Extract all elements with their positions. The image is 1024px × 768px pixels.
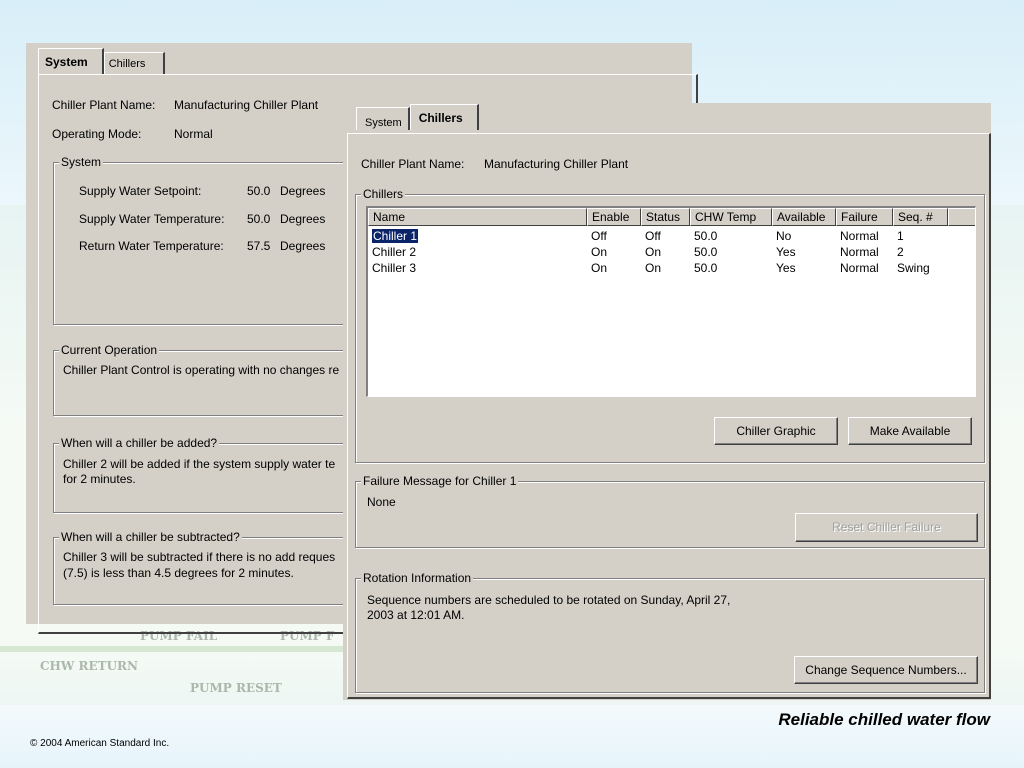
supply-temp-unit: Degrees xyxy=(280,212,326,226)
column-header-seq[interactable]: Seq. # xyxy=(893,208,948,226)
tab-strip: System Chillers xyxy=(356,104,479,130)
operating-mode-value: Normal xyxy=(174,127,213,141)
chiller-chw-temp: 50.0 xyxy=(694,229,718,243)
current-operation-group: Current Operation Chiller Plant Control … xyxy=(53,343,353,416)
plant-name-value: Manufacturing Chiller Plant xyxy=(174,98,319,112)
column-header-enable[interactable]: Enable xyxy=(587,208,641,226)
chiller-seq: Swing xyxy=(897,261,930,275)
plant-name-label: Chiller Plant Name: xyxy=(361,157,465,171)
tab-system[interactable]: System xyxy=(356,107,410,130)
chillers-list-header: Name Enable Status CHW Temp Available Fa… xyxy=(368,208,975,226)
chiller-failure: Normal xyxy=(840,261,879,275)
background-label-pump-reset: PUMP RESET xyxy=(190,681,282,695)
change-sequence-numbers-button[interactable]: Change Sequence Numbers... xyxy=(794,656,978,684)
column-header-name[interactable]: Name xyxy=(368,208,587,226)
chiller-name: Chiller 1 xyxy=(370,228,420,244)
chillers-tab-window: System Chillers Chiller Plant Name: Manu… xyxy=(343,103,991,700)
chillers-group-title: Chillers xyxy=(361,187,406,201)
table-row[interactable]: Chiller 1 Off Off 50.0 No Normal 1 xyxy=(368,228,948,244)
chiller-enable: Off xyxy=(591,229,607,243)
chiller-status: On xyxy=(645,261,662,275)
chiller-subtracted-line2: (7.5) is less than 4.5 degrees for 2 min… xyxy=(63,566,294,580)
make-available-button[interactable]: Make Available xyxy=(848,417,972,445)
chiller-name: Chiller 2 xyxy=(372,245,417,259)
chiller-chw-temp: 50.0 xyxy=(694,261,718,275)
supply-setpoint-label: Supply Water Setpoint: xyxy=(79,184,202,198)
failure-message-group: Failure Message for Chiller 1 None Reset… xyxy=(355,474,985,548)
supply-setpoint-value: 50.0 xyxy=(247,184,271,198)
chiller-subtracted-line1: Chiller 3 will be subtracted if there is… xyxy=(63,550,336,564)
chiller-available: No xyxy=(776,229,792,243)
return-temp-label: Return Water Temperature: xyxy=(79,239,224,253)
reset-chiller-failure-button[interactable]: Reset Chiller Failure xyxy=(795,513,978,542)
chiller-seq: 2 xyxy=(897,245,904,259)
chiller-failure: Normal xyxy=(840,245,879,259)
column-header-chw-temp[interactable]: CHW Temp xyxy=(690,208,772,226)
rotation-information-line1: Sequence numbers are scheduled to be rot… xyxy=(367,593,731,607)
chiller-status: On xyxy=(645,245,662,259)
supply-setpoint-unit: Degrees xyxy=(280,184,326,198)
chiller-graphic-button[interactable]: Chiller Graphic xyxy=(714,417,838,445)
rotation-information-line2: 2003 at 12:01 AM. xyxy=(367,608,465,622)
column-header-available[interactable]: Available xyxy=(772,208,836,226)
rotation-information-group: Rotation Information Sequence numbers ar… xyxy=(355,571,985,693)
chiller-failure: Normal xyxy=(840,229,879,243)
chiller-status: Off xyxy=(645,229,661,243)
chiller-added-line2: for 2 minutes. xyxy=(63,472,136,486)
slide-caption: Reliable chilled water flow xyxy=(778,710,990,729)
chiller-added-line1: Chiller 2 will be added if the system su… xyxy=(63,457,336,471)
chiller-subtracted-title: When will a chiller be subtracted? xyxy=(59,530,242,544)
failure-message-text: None xyxy=(367,495,396,509)
tab-chillers[interactable]: Chillers xyxy=(103,52,166,74)
plant-name-value: Manufacturing Chiller Plant xyxy=(484,157,629,171)
return-temp-value: 57.5 xyxy=(247,239,271,253)
background-pipe xyxy=(0,646,350,652)
chiller-subtracted-group: When will a chiller be subtracted? Chill… xyxy=(53,530,353,605)
chiller-enable: On xyxy=(591,245,608,259)
supply-temp-label: Supply Water Temperature: xyxy=(79,212,225,226)
column-header-failure[interactable]: Failure xyxy=(836,208,893,226)
chillers-list[interactable]: Name Enable Status CHW Temp Available Fa… xyxy=(366,206,976,397)
chiller-available: Yes xyxy=(776,245,796,259)
tab-chillers[interactable]: Chillers xyxy=(409,104,479,130)
chiller-chw-temp: 50.0 xyxy=(694,245,718,259)
table-row[interactable]: Chiller 2 On On 50.0 Yes Normal 2 xyxy=(368,244,948,260)
column-header-status[interactable]: Status xyxy=(641,208,690,226)
supply-temp-value: 50.0 xyxy=(247,212,271,226)
failure-message-title: Failure Message for Chiller 1 xyxy=(361,474,519,488)
copyright-text: © 2004 American Standard Inc. xyxy=(30,738,170,749)
current-operation-title: Current Operation xyxy=(59,343,160,357)
operating-mode-label: Operating Mode: xyxy=(52,127,142,141)
table-row[interactable]: Chiller 3 On On 50.0 Yes Normal Swing xyxy=(368,260,948,276)
return-temp-unit: Degrees xyxy=(280,239,326,253)
background-label-chw-return: CHW RETURN xyxy=(40,659,138,673)
rotation-information-title: Rotation Information xyxy=(361,571,474,585)
chiller-available: Yes xyxy=(776,261,796,275)
system-group: System Supply Water Setpoint: 50.0 Degre… xyxy=(53,155,353,325)
tab-strip: System Chillers xyxy=(38,48,166,74)
tab-system[interactable]: System xyxy=(38,48,104,74)
current-operation-text: Chiller Plant Control is operating with … xyxy=(63,363,340,377)
column-header-filler xyxy=(948,208,975,226)
chiller-seq: 1 xyxy=(897,229,904,243)
chillers-group: Chillers Name Enable Status CHW Temp Ava… xyxy=(355,187,985,463)
plant-name-label: Chiller Plant Name: xyxy=(52,98,156,112)
chiller-name: Chiller 3 xyxy=(372,261,417,275)
system-group-title: System xyxy=(59,155,104,169)
chiller-enable: On xyxy=(591,261,608,275)
chiller-added-title: When will a chiller be added? xyxy=(59,436,220,450)
chiller-added-group: When will a chiller be added? Chiller 2 … xyxy=(53,436,353,513)
